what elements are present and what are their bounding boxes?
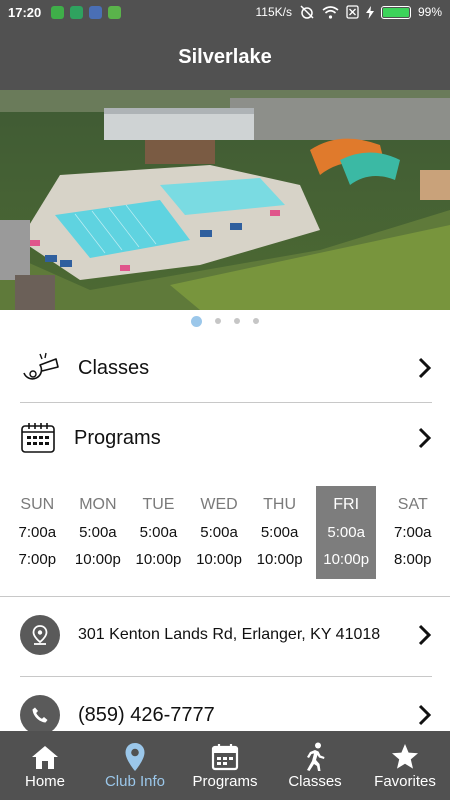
app-header: Silverlake xyxy=(0,24,450,90)
tab-label: Classes xyxy=(288,773,342,790)
status-bar: 17:20 115K/s 99% xyxy=(0,0,450,24)
close-time: 10:00p xyxy=(74,551,121,568)
running-person-icon xyxy=(307,742,325,771)
charging-icon xyxy=(365,5,374,19)
hours-day-fri: FRI 5:00a 10:00p xyxy=(315,486,377,579)
open-time: 5:00a xyxy=(260,524,299,541)
open-time: 5:00a xyxy=(139,524,178,541)
tab-favorites[interactable]: Favorites xyxy=(360,731,450,800)
chevron-right-icon xyxy=(418,357,432,379)
open-time: 7:00a xyxy=(393,524,432,541)
hours-day-sat: SAT 7:00a 8:00p xyxy=(382,486,443,579)
close-time: 8:00p xyxy=(393,551,432,568)
carousel-dot[interactable] xyxy=(234,318,240,324)
whistle-icon xyxy=(23,352,59,380)
home-icon xyxy=(32,745,58,769)
chevron-right-icon xyxy=(418,704,432,726)
carousel-dot[interactable] xyxy=(253,318,259,324)
wifi-icon xyxy=(322,5,339,19)
carousel-dot[interactable] xyxy=(191,315,202,327)
battery-percent: 99% xyxy=(417,5,442,19)
open-time: 5:00a xyxy=(200,524,238,541)
hours-day-wed: WED 5:00a 10:00p xyxy=(189,486,250,579)
day-name: FRI xyxy=(333,496,360,513)
tab-club-info[interactable]: Club Info xyxy=(90,731,180,800)
day-name: WED xyxy=(200,496,238,513)
day-name: SAT xyxy=(397,496,428,513)
tab-label: Programs xyxy=(192,773,258,790)
location-pin-icon xyxy=(125,742,145,771)
hours-day-tue: TUE 5:00a 10:00p xyxy=(128,486,189,579)
carousel-dot[interactable] xyxy=(215,318,221,324)
calendar-icon xyxy=(21,423,55,453)
app-notification-icon xyxy=(89,5,103,19)
hours-day-thu: THU 5:00a 10:00p xyxy=(249,486,310,579)
close-time: 7:00p xyxy=(18,551,57,568)
close-time: 10:00p xyxy=(196,551,242,568)
classes-label: Classes xyxy=(78,356,150,379)
battery-icon xyxy=(380,5,411,19)
day-name: MON xyxy=(79,496,117,513)
download-notification-icon xyxy=(108,5,122,19)
club-hours: SUN 7:00a 7:00p MON 5:00a 10:00p TUE 5:00a 10:00… xyxy=(7,486,443,579)
page-title: Silverlake xyxy=(178,45,272,68)
open-time: 5:00a xyxy=(79,524,117,541)
divider xyxy=(20,402,432,403)
classes-row[interactable]: Classes xyxy=(20,345,432,391)
tab-programs[interactable]: Programs xyxy=(180,731,270,800)
chevron-right-icon xyxy=(418,427,432,449)
day-name: SUN xyxy=(20,496,55,513)
tab-label: Club Info xyxy=(104,773,166,790)
divider xyxy=(0,596,450,597)
hero-image[interactable] xyxy=(0,90,450,310)
message-notification-icon xyxy=(51,5,65,19)
close-time: 10:00p xyxy=(256,551,303,568)
day-name: THU xyxy=(263,496,297,513)
phone-row[interactable]: (859) 426-7777 xyxy=(20,694,432,736)
address-row[interactable]: 301 Kenton Lands Rd, Erlanger, KY 41018 xyxy=(20,614,432,656)
divider xyxy=(20,676,432,677)
star-icon xyxy=(392,744,418,769)
shield-notification-icon xyxy=(70,5,84,19)
no-sim-icon xyxy=(346,5,359,19)
day-name: TUE xyxy=(142,496,175,513)
calendar-icon xyxy=(211,743,239,770)
network-speed: 115K/s xyxy=(255,5,292,19)
tab-home[interactable]: Home xyxy=(0,731,90,800)
status-time: 17:20 xyxy=(8,4,42,20)
address-text: 301 Kenton Lands Rd, Erlanger, KY 41018 xyxy=(78,626,381,643)
alarm-off-icon xyxy=(300,5,314,19)
tab-label: Favorites xyxy=(374,773,436,790)
chevron-right-icon xyxy=(418,624,432,646)
bottom-tab-bar: Home Club Info Programs Classes Favorite… xyxy=(0,731,450,800)
programs-row[interactable]: Programs xyxy=(20,415,432,461)
open-time: 5:00a xyxy=(327,524,365,541)
close-time: 10:00p xyxy=(135,551,182,568)
phone-icon xyxy=(20,695,60,735)
open-time: 7:00a xyxy=(18,524,57,541)
hours-day-mon: MON 5:00a 10:00p xyxy=(68,486,129,579)
location-pin-icon xyxy=(20,615,60,655)
tab-label: Home xyxy=(24,773,65,790)
hours-day-sun: SUN 7:00a 7:00p xyxy=(7,486,68,579)
carousel-indicator xyxy=(0,314,450,328)
close-time: 10:00p xyxy=(323,551,370,568)
programs-label: Programs xyxy=(74,426,161,449)
tab-classes[interactable]: Classes xyxy=(270,731,360,800)
phone-text: (859) 426-7777 xyxy=(78,703,215,726)
